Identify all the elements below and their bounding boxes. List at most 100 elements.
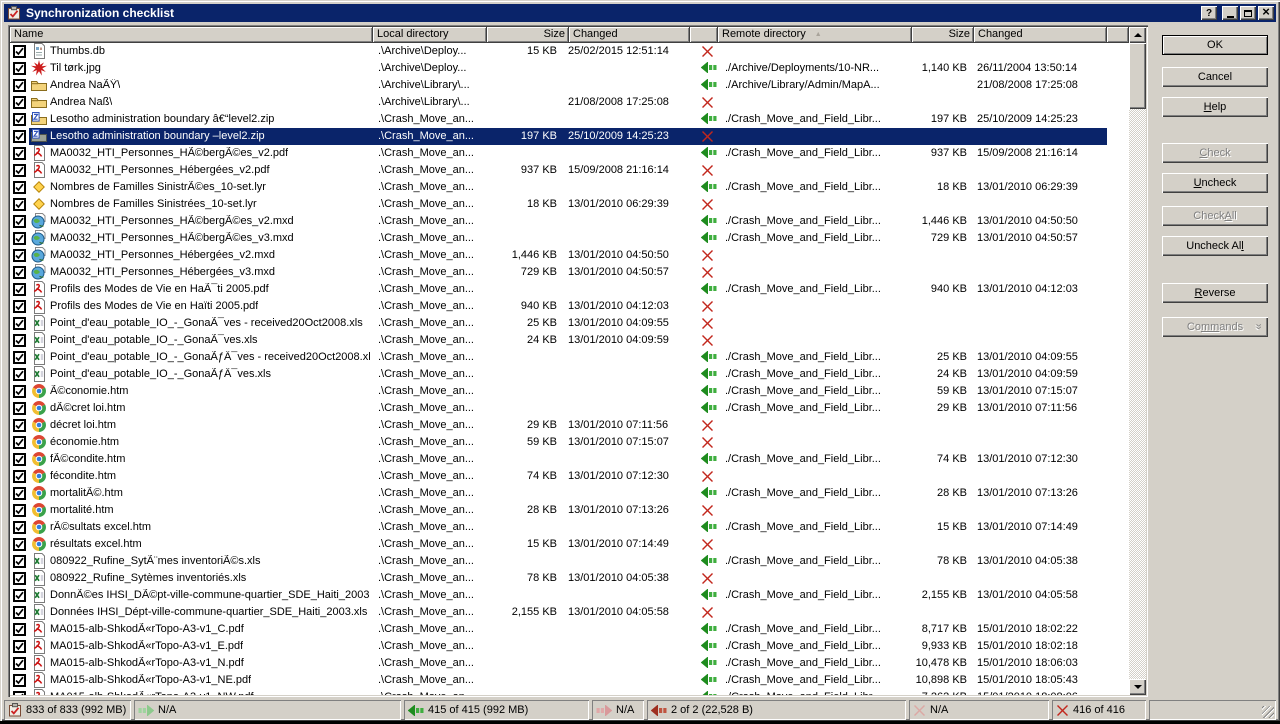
row-checkbox[interactable]: [13, 317, 26, 330]
table-row[interactable]: mortalité.htm.\Crash_Move_an...28 KB13/0…: [10, 502, 1129, 519]
table-row[interactable]: Point_d'eau_potable_IO_-_GonaÃƒÂ¯ves - r…: [10, 349, 1129, 366]
row-checkbox[interactable]: [13, 215, 26, 228]
help-button[interactable]: Help: [1162, 97, 1268, 117]
column-header-blank[interactable]: [690, 27, 718, 43]
check-button[interactable]: Check: [1162, 143, 1268, 163]
row-checkbox[interactable]: [13, 113, 26, 126]
row-checkbox[interactable]: [13, 45, 26, 58]
row-checkbox[interactable]: [13, 96, 26, 109]
table-row[interactable]: MA0032_HTI_Personnes_Hébergées_v2.pdf.\C…: [10, 162, 1129, 179]
row-checkbox[interactable]: [13, 79, 26, 92]
table-row[interactable]: Thumbs.db.\Archive\Deploy...15 KB25/02/2…: [10, 43, 1129, 60]
help-button[interactable]: ?: [1201, 6, 1217, 20]
row-checkbox[interactable]: [13, 368, 26, 381]
minimize-button[interactable]: [1222, 6, 1238, 20]
row-checkbox[interactable]: [13, 691, 26, 695]
scroll-down-button[interactable]: [1129, 679, 1146, 695]
row-checkbox[interactable]: [13, 164, 26, 177]
row-checkbox[interactable]: [13, 181, 26, 194]
row-checkbox[interactable]: [13, 606, 26, 619]
table-row[interactable]: MA0032_HTI_Personnes_HÃ©bergÃ©es_v3.mxd.…: [10, 230, 1129, 247]
table-row[interactable]: MA015-alb-ShkodÃ«rTopo-A3-v1_C.pdf.\Cras…: [10, 621, 1129, 638]
table-row[interactable]: fÃ©condite.htm.\Crash_Move_an..../Crash_…: [10, 451, 1129, 468]
table-row[interactable]: Ã©conomie.htm.\Crash_Move_an..../Crash_M…: [10, 383, 1129, 400]
table-row[interactable]: MA015-alb-ShkodÃ«rTopo-A3-v1_NE.pdf.\Cra…: [10, 672, 1129, 689]
reverse-button[interactable]: Reverse: [1162, 283, 1268, 303]
table-row[interactable]: Point_d'eau_potable_IO_-_GonaÃ¯ves - rec…: [10, 315, 1129, 332]
row-checkbox[interactable]: [13, 283, 26, 296]
row-checkbox[interactable]: [13, 232, 26, 245]
scroll-up-button[interactable]: [1129, 27, 1146, 43]
commands-button[interactable]: Commands»: [1162, 317, 1268, 337]
table-row[interactable]: 080922_Rufine_Sytèmes inventoriés.xls.\C…: [10, 570, 1129, 587]
row-checkbox[interactable]: [13, 351, 26, 364]
table-row[interactable]: Nombres de Familles SinistrÃ©es_10-set.l…: [10, 179, 1129, 196]
close-button[interactable]: ×: [1258, 6, 1274, 20]
table-row[interactable]: mortalitÃ©.htm.\Crash_Move_an..../Crash_…: [10, 485, 1129, 502]
column-header-changed[interactable]: Changed: [974, 27, 1107, 43]
table-row[interactable]: 080922_Rufine_SytÃ¨mes inventoriÃ©s.xls.…: [10, 553, 1129, 570]
table-row[interactable]: Lesotho administration boundary â€“level…: [10, 111, 1129, 128]
ok-button[interactable]: OK: [1162, 35, 1268, 55]
maximize-button[interactable]: [1240, 6, 1256, 20]
check-all-button[interactable]: Check All: [1162, 206, 1268, 226]
table-row[interactable]: MA015-alb-ShkodÃ«rTopo-A3-v1_N.pdf.\Cras…: [10, 655, 1129, 672]
column-header-size[interactable]: Size: [487, 27, 569, 43]
table-row[interactable]: MA0032_HTI_Personnes_Hébergées_v3.mxd.\C…: [10, 264, 1129, 281]
table-row[interactable]: MA015-alb-ShkodÃ«rTopo-A3-v1_NW.pdf.\Cra…: [10, 689, 1129, 695]
row-checkbox[interactable]: [13, 487, 26, 500]
column-header-name[interactable]: Name: [10, 27, 373, 43]
table-row[interactable]: rÃ©sultats excel.htm.\Crash_Move_an..../…: [10, 519, 1129, 536]
row-checkbox[interactable]: [13, 555, 26, 568]
table-row[interactable]: dÃ©cret loi.htm.\Crash_Move_an..../Crash…: [10, 400, 1129, 417]
column-header-size[interactable]: Size: [912, 27, 974, 43]
row-checkbox[interactable]: [13, 521, 26, 534]
cancel-button[interactable]: Cancel: [1162, 67, 1268, 87]
row-checkbox[interactable]: [13, 674, 26, 687]
table-row[interactable]: Profils des Modes de Vie en Haïti 2005.p…: [10, 298, 1129, 315]
row-checkbox[interactable]: [13, 130, 26, 143]
row-checkbox[interactable]: [13, 147, 26, 160]
row-checkbox[interactable]: [13, 589, 26, 602]
row-checkbox[interactable]: [13, 657, 26, 670]
table-row[interactable]: Andrea Naß\.\Archive\Library\...21/08/20…: [10, 94, 1129, 111]
row-checkbox[interactable]: [13, 453, 26, 466]
table-row[interactable]: Profils des Modes de Vie en HaÃ¯ti 2005.…: [10, 281, 1129, 298]
column-header-local-directory[interactable]: Local directory: [373, 27, 487, 43]
table-row[interactable]: résultats excel.htm.\Crash_Move_an...15 …: [10, 536, 1129, 553]
row-checkbox[interactable]: [13, 504, 26, 517]
scrollbar-thumb[interactable]: [1129, 43, 1146, 109]
table-row[interactable]: Données IHSI_Dépt-ville-commune-quartier…: [10, 604, 1129, 621]
table-row[interactable]: Andrea NaÃŸ\.\Archive\Library\..../Archi…: [10, 77, 1129, 94]
table-row[interactable]: DonnÃ©es IHSI_DÃ©pt-ville-commune-quarti…: [10, 587, 1129, 604]
table-row[interactable]: MA015-alb-ShkodÃ«rTopo-A3-v1_E.pdf.\Cras…: [10, 638, 1129, 655]
table-row[interactable]: MA0032_HTI_Personnes_Hébergées_v2.mxd.\C…: [10, 247, 1129, 264]
row-checkbox[interactable]: [13, 538, 26, 551]
row-checkbox[interactable]: [13, 249, 26, 262]
titlebar[interactable]: Synchronization checklist ?×: [4, 4, 1276, 22]
row-checkbox[interactable]: [13, 640, 26, 653]
row-checkbox[interactable]: [13, 623, 26, 636]
uncheck-all-button[interactable]: Uncheck All: [1162, 236, 1268, 256]
row-checkbox[interactable]: [13, 402, 26, 415]
row-checkbox[interactable]: [13, 385, 26, 398]
column-header-blank[interactable]: [1107, 27, 1129, 43]
table-row[interactable]: Nombres de Familles Sinistrées_10-set.ly…: [10, 196, 1129, 213]
resize-grip-icon[interactable]: [1262, 706, 1274, 718]
vertical-scrollbar[interactable]: [1129, 27, 1146, 695]
table-row[interactable]: MA0032_HTI_Personnes_HÃ©bergÃ©es_v2.pdf.…: [10, 145, 1129, 162]
row-checkbox[interactable]: [13, 470, 26, 483]
row-checkbox[interactable]: [13, 419, 26, 432]
row-checkbox[interactable]: [13, 436, 26, 449]
column-header-changed[interactable]: Changed: [569, 27, 690, 43]
table-row[interactable]: fécondite.htm.\Crash_Move_an...74 KB13/0…: [10, 468, 1129, 485]
table-row[interactable]: Lesotho administration boundary –level2.…: [10, 128, 1129, 145]
table-row[interactable]: MA0032_HTI_Personnes_HÃ©bergÃ©es_v2.mxd.…: [10, 213, 1129, 230]
row-checkbox[interactable]: [13, 62, 26, 75]
row-checkbox[interactable]: [13, 334, 26, 347]
row-checkbox[interactable]: [13, 266, 26, 279]
row-checkbox[interactable]: [13, 300, 26, 313]
uncheck-button[interactable]: Uncheck: [1162, 173, 1268, 193]
table-row[interactable]: économie.htm.\Crash_Move_an...59 KB13/01…: [10, 434, 1129, 451]
column-header-remote-directory[interactable]: Remote directory▲: [718, 27, 912, 43]
